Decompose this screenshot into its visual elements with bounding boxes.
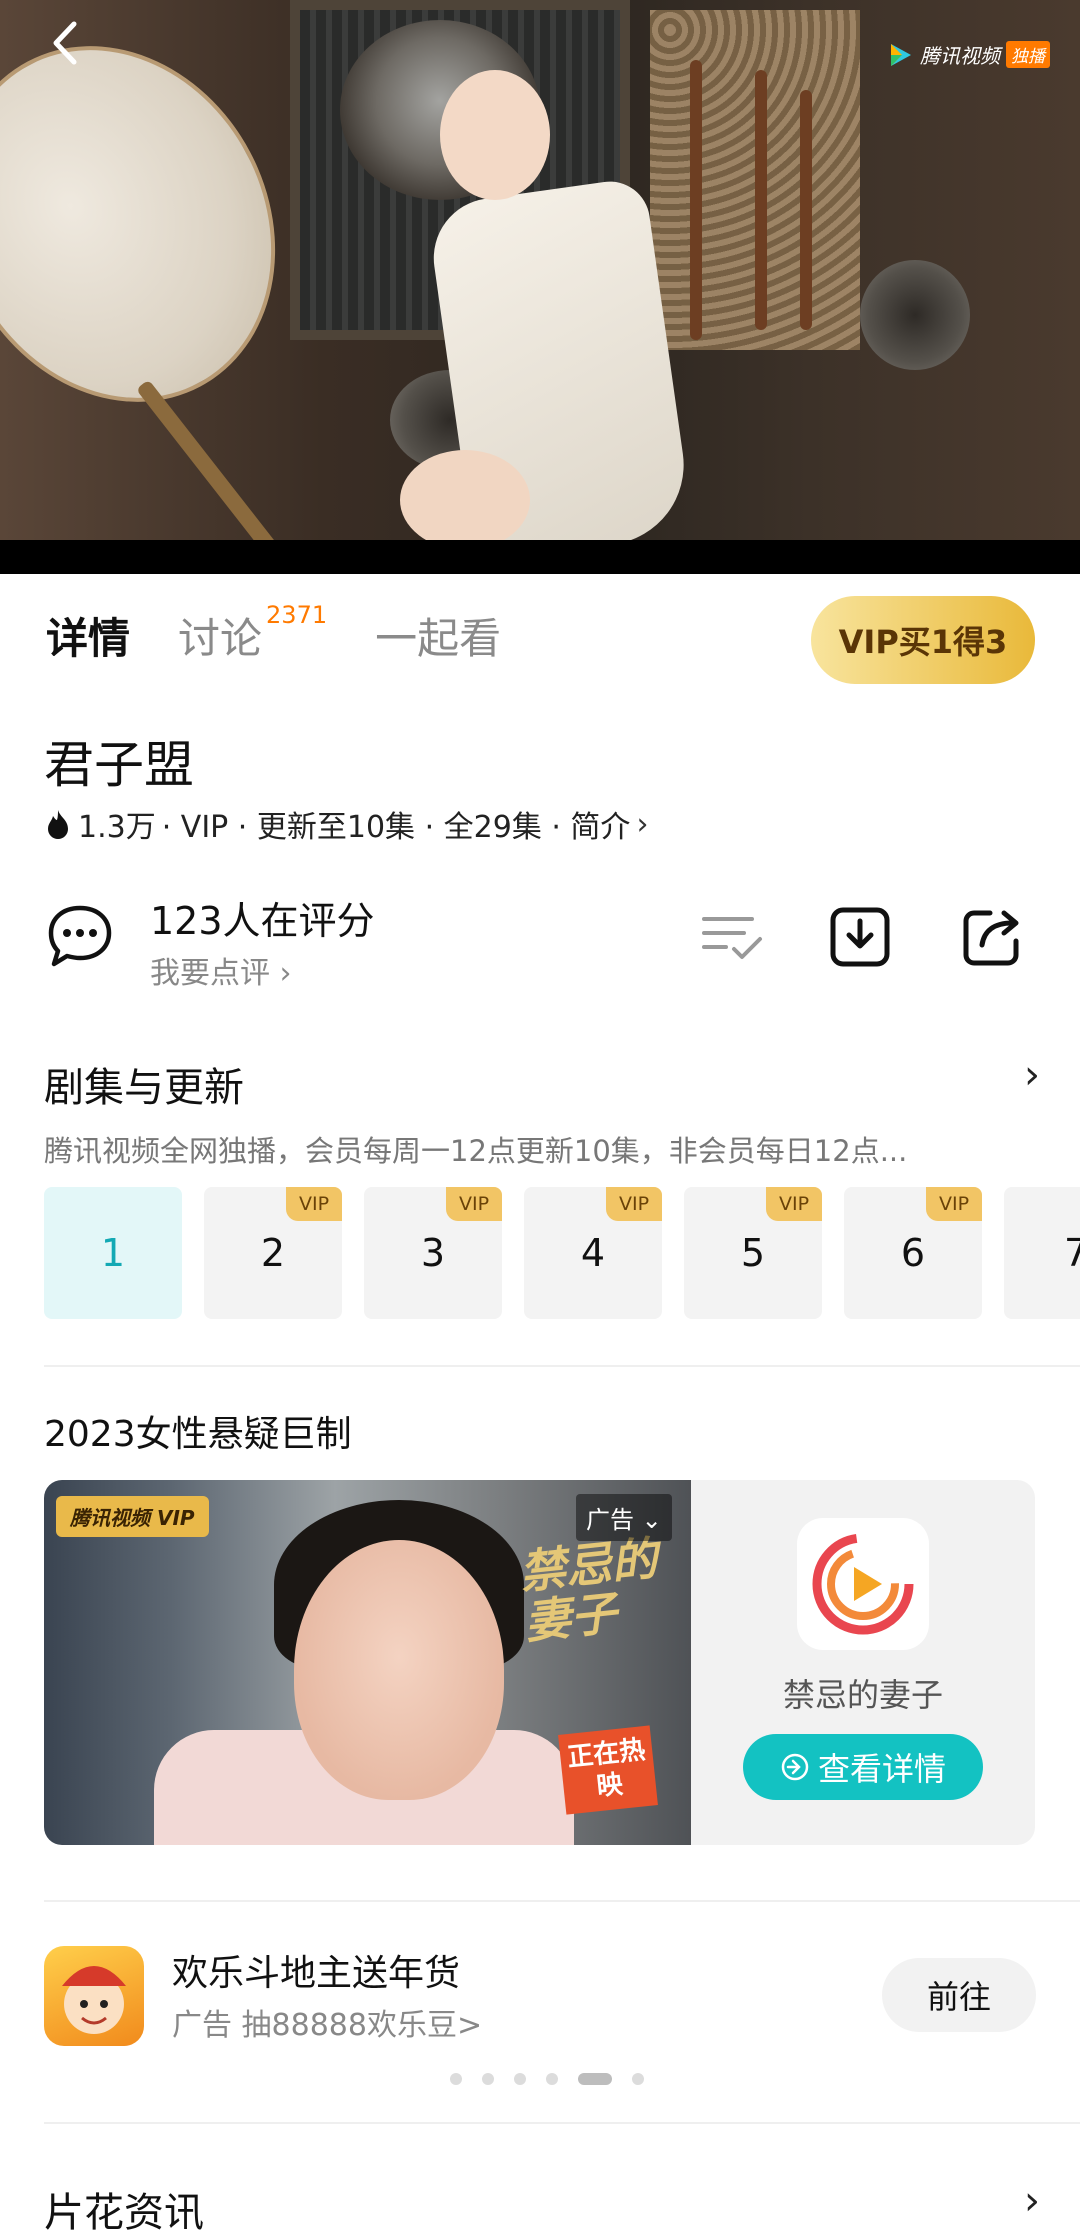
vip-tag: VIP	[606, 1187, 662, 1221]
chevron-right-icon: ›	[279, 956, 292, 991]
tencent-video-logo-icon	[891, 43, 911, 66]
ad-title-art: 禁忌的妻子	[516, 1531, 660, 1650]
detail-tabs: 详情 讨论 2371 一起看	[46, 601, 549, 666]
promo-subtitle[interactable]: 广告 抽88888欢乐豆>	[172, 2000, 482, 2044]
carousel-dot[interactable]	[546, 2073, 558, 2085]
tab-discussion[interactable]: 讨论 2371	[178, 601, 327, 666]
ad-label-text: 广告	[586, 1506, 634, 1534]
episode-number: 2	[260, 1231, 286, 1275]
carousel-dot[interactable]	[450, 2073, 462, 2085]
tab-label: 详情	[46, 614, 131, 663]
write-review-label: 我要点评	[150, 956, 270, 991]
chevron-down-icon: ⌄	[641, 1506, 662, 1534]
meta-text: · VIP · 更新至10集 · 全29集 · 简介	[161, 810, 631, 845]
tab-watch-together[interactable]: 一起看	[375, 605, 501, 666]
episode-number: 5	[740, 1231, 766, 1275]
video-frame-fan	[0, 0, 337, 459]
ad-vip-logo: 腾讯视频 VIP	[56, 1496, 209, 1537]
view-details-button[interactable]: 查看详情	[743, 1734, 983, 1800]
ad-poster-image[interactable]: 腾讯视频 VIP 禁忌的妻子 正在热映 广告 ⌄	[44, 1480, 691, 1845]
vip-tag: VIP	[286, 1187, 342, 1221]
episode-list: 1 2 VIP 3 VIP 4 VIP 5 VIP 6 VIP 7	[44, 1187, 1080, 1319]
clips-section-title: 片花资讯	[44, 2190, 204, 2236]
episode-number: 7	[1064, 1231, 1080, 1275]
divider	[44, 2122, 1080, 2124]
download-icon[interactable]	[828, 905, 892, 969]
ad-poster-figure	[294, 1540, 504, 1800]
promo-title: 欢乐斗地主送年货	[172, 1953, 461, 1994]
tab-label: 一起看	[375, 614, 502, 663]
vip-promo-button[interactable]: VIP买1得3	[811, 596, 1035, 684]
tencent-video-watermark: 腾讯视频 独播	[886, 40, 1050, 69]
carousel-dot[interactable]	[632, 2073, 644, 2085]
episode-item[interactable]: 1	[44, 1187, 182, 1319]
ad-section-title: 2023女性悬疑巨制	[44, 1414, 352, 1455]
back-arrow-icon[interactable]	[42, 18, 92, 68]
enter-arrow-icon	[781, 1753, 809, 1781]
player-bottom-bar	[0, 540, 1080, 574]
ad-app-panel: 禁忌的妻子 查看详情	[691, 1480, 1035, 1845]
episodes-chevron-icon[interactable]: ›	[1024, 1052, 1040, 1098]
show-title: 君子盟	[44, 736, 194, 794]
fire-icon	[48, 810, 68, 839]
episode-item[interactable]: 4 VIP	[524, 1187, 662, 1319]
episode-item[interactable]: 7	[1004, 1187, 1080, 1319]
heat-value: 1.3万	[78, 810, 156, 845]
comment-bubble-icon[interactable]	[46, 902, 114, 970]
show-meta[interactable]: 1.3万 · VIP · 更新至10集 · 全29集 · 简介 ›	[44, 802, 648, 846]
carousel-dot-active[interactable]	[578, 2073, 612, 2085]
ad-app-icon[interactable]	[797, 1518, 929, 1650]
episode-item[interactable]: 5 VIP	[684, 1187, 822, 1319]
game-app-icon[interactable]	[44, 1946, 144, 2046]
video-frame-hand	[440, 70, 550, 200]
episodes-description: 腾讯视频全网独播，会员每周一12点更新10集，非会员每日12点...	[44, 1134, 908, 1168]
discussion-count: 2371	[266, 601, 328, 629]
divider	[44, 1900, 1080, 1902]
video-player[interactable]: 腾讯视频 独播	[0, 0, 1080, 540]
video-frame-cup	[860, 260, 970, 370]
episode-item[interactable]: 6 VIP	[844, 1187, 982, 1319]
game-character-icon	[62, 1966, 126, 2034]
ad-card[interactable]: 腾讯视频 VIP 禁忌的妻子 正在热映 广告 ⌄ 禁忌的妻子 查看详情	[44, 1480, 1035, 1845]
episode-item[interactable]: 3 VIP	[364, 1187, 502, 1319]
episode-number: 3	[420, 1231, 446, 1275]
intro-chevron-icon[interactable]: ›	[636, 807, 648, 842]
video-frame-hand	[400, 450, 530, 540]
view-details-label: 查看详情	[817, 1750, 946, 1788]
tab-label: 讨论	[178, 614, 263, 663]
go-button[interactable]: 前往	[882, 1958, 1036, 2032]
video-frame-fan-handle	[135, 379, 291, 540]
write-review-link[interactable]: 我要点评 ›	[150, 948, 292, 992]
now-showing-badge: 正在热映	[558, 1725, 658, 1815]
carousel-dot[interactable]	[482, 2073, 494, 2085]
episodes-section-title: 剧集与更新	[44, 1065, 244, 1111]
watermark-text: 腾讯视频	[920, 44, 1000, 68]
share-icon[interactable]	[960, 905, 1024, 969]
episode-number: 6	[900, 1231, 926, 1275]
playlist-check-icon[interactable]	[700, 905, 764, 969]
divider	[44, 1365, 1080, 1367]
rating-count: 123人在评分	[150, 899, 375, 943]
episode-number: 4	[580, 1231, 606, 1275]
tab-details[interactable]: 详情	[46, 605, 130, 666]
play-logo-icon	[812, 1533, 914, 1635]
episode-number: 1	[100, 1231, 126, 1275]
clips-chevron-icon[interactable]: ›	[1024, 2178, 1040, 2224]
carousel-dot[interactable]	[514, 2073, 526, 2085]
episode-item[interactable]: 2 VIP	[204, 1187, 342, 1319]
video-frame-tool	[690, 60, 702, 340]
video-frame-tool	[800, 90, 812, 330]
ad-app-name: 禁忌的妻子	[782, 1676, 943, 1714]
watermark-badge: 独播	[1006, 41, 1050, 68]
vip-tag: VIP	[926, 1187, 982, 1221]
video-frame-tool	[755, 70, 767, 330]
ad-label-dropdown[interactable]: 广告 ⌄	[576, 1494, 672, 1541]
vip-tag: VIP	[446, 1187, 502, 1221]
vip-tag: VIP	[766, 1187, 822, 1221]
carousel-indicator	[450, 2073, 644, 2085]
